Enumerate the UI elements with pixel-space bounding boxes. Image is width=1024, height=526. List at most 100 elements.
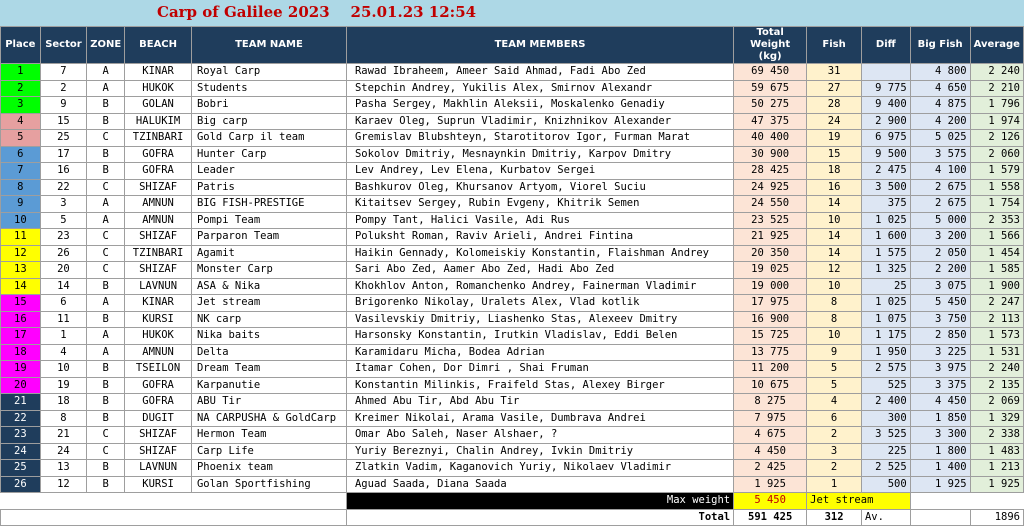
diff-cell: 3 525 [860, 426, 911, 444]
table-row: 2 2 A HUKOK Students Stepchin Andrey, Yukilis… [0, 79, 1024, 97]
big-fish-cell: 4 650 [909, 79, 971, 97]
team-name-cell: Monster Carp [190, 261, 347, 279]
zone-cell: B [86, 459, 126, 477]
team-name-cell: NK carp [190, 310, 347, 328]
sector-cell: 16 [39, 162, 88, 180]
table-row: 5 25 C TZINBARI Gold Carp il team Gremislav B… [0, 129, 1024, 147]
fish-cell: 3 [806, 442, 862, 460]
place-cell: 23 [0, 426, 41, 444]
total-weight-cell: 47 375 [733, 112, 808, 130]
header-beach: BEACH [124, 26, 192, 64]
place-cell: 21 [0, 393, 41, 411]
fish-cell: 14 [806, 195, 862, 213]
team-members-cell: Sari Abo Zed, Aamer Abo Zed, Hadi Abo Ze… [345, 261, 735, 279]
table-row: 23 21 C SHIZAF Hermon Team Omar Abo Saleh, Na… [0, 426, 1024, 444]
fish-cell: 15 [806, 145, 862, 163]
diff-cell: 1 175 [860, 327, 911, 345]
total-weight-cell: 24 550 [733, 195, 808, 213]
zone-cell: A [86, 294, 126, 312]
diff-cell: 2 475 [860, 162, 911, 180]
beach-cell: TZINBARI [124, 129, 192, 147]
total-weight-cell: 30 900 [733, 145, 808, 163]
diff-cell: 300 [860, 409, 911, 427]
place-cell: 11 [0, 228, 41, 246]
total-weight-cell: 24 925 [733, 178, 808, 196]
team-name-cell: NA CARPUSHA & GoldCarp [190, 409, 347, 427]
zone-cell: C [86, 178, 126, 196]
zone-cell: B [86, 112, 126, 130]
beach-cell: LAVNUN [124, 277, 192, 295]
total-weight-cell: 21 925 [733, 228, 808, 246]
diff-cell: 525 [860, 376, 911, 394]
zone-cell: C [86, 228, 126, 246]
sector-cell: 1 [39, 327, 88, 345]
fish-cell: 28 [806, 96, 862, 114]
total-weight-cell: 19 000 [733, 277, 808, 295]
total-weight-cell: 20 350 [733, 244, 808, 262]
diff-cell: 1 075 [860, 310, 911, 328]
team-members-cell: Konstantin Milinkis, Fraifeld Stas, Alex… [345, 376, 735, 394]
team-name-cell: Jet stream [190, 294, 347, 312]
average-cell: 1 585 [969, 261, 1024, 279]
average-cell: 1 558 [969, 178, 1024, 196]
team-name-cell: Karpanutie [190, 376, 347, 394]
big-fish-cell: 3 200 [909, 228, 971, 246]
zone-cell: B [86, 96, 126, 114]
beach-cell: GOFRA [124, 162, 192, 180]
big-fish-cell: 2 050 [909, 244, 971, 262]
big-fish-cell: 4 800 [909, 63, 971, 81]
average-cell: 1 531 [969, 343, 1024, 361]
sector-cell: 10 [39, 360, 88, 378]
team-members-cell: Aguad Saada, Diana Saada [345, 475, 735, 493]
team-name-cell: Golan Sportfishing [190, 475, 347, 493]
fish-cell: 8 [806, 310, 862, 328]
table-row: 3 9 B GOLAN Bobri Pasha Sergey, Makhlin Aleks… [0, 96, 1024, 114]
place-cell: 5 [0, 129, 41, 147]
fish-cell: 16 [806, 178, 862, 196]
fish-cell: 10 [806, 211, 862, 229]
team-members-cell: Ahmed Abu Tir, Abd Abu Tir [345, 393, 735, 411]
zone-cell: B [86, 393, 126, 411]
place-cell: 13 [0, 261, 41, 279]
zone-cell: A [86, 327, 126, 345]
team-members-cell: Itamar Cohen, Dor Dimri , Shai Fruman [345, 360, 735, 378]
average-cell: 2 126 [969, 129, 1024, 147]
table-row: 17 1 A HUKOK Nika baits Harsonsky Konstantin,… [0, 327, 1024, 345]
fish-cell: 14 [806, 244, 862, 262]
big-fish-cell: 2 675 [909, 178, 971, 196]
average-cell: 2 135 [969, 376, 1024, 394]
beach-cell: KINAR [124, 294, 192, 312]
diff-cell: 500 [860, 475, 911, 493]
spacer-cell [0, 508, 347, 526]
big-fish-cell: 3 575 [909, 145, 971, 163]
diff-cell: 9 500 [860, 145, 911, 163]
place-cell: 15 [0, 294, 41, 312]
team-members-cell: Stepchin Andrey, Yukilis Alex, Smirnov A… [345, 79, 735, 97]
team-name-cell: Patris [190, 178, 347, 196]
total-weight-cell: 19 025 [733, 261, 808, 279]
team-members-cell: Gremislav Blubshteyn, Starotitorov Igor,… [345, 129, 735, 147]
place-cell: 22 [0, 409, 41, 427]
sector-cell: 25 [39, 129, 88, 147]
diff-cell: 375 [860, 195, 911, 213]
team-name-cell: Students [190, 79, 347, 97]
place-cell: 10 [0, 211, 41, 229]
zone-cell: B [86, 360, 126, 378]
beach-cell: SHIZAF [124, 261, 192, 279]
diff-cell: 9 775 [860, 79, 911, 97]
average-cell: 1 329 [969, 409, 1024, 427]
header-sector: Sector [39, 26, 88, 64]
header-total-weight: Total Weight (kg) [733, 26, 808, 64]
place-cell: 18 [0, 343, 41, 361]
total-fish-sum: 312 [806, 508, 862, 526]
team-members-cell: Pasha Sergey, Makhlin Aleksii, Moskalenk… [345, 96, 735, 114]
team-name-cell: Hermon Team [190, 426, 347, 444]
beach-cell: SHIZAF [124, 442, 192, 460]
total-weight-cell: 15 725 [733, 327, 808, 345]
team-members-cell: Poluksht Roman, Raviv Arieli, Andrei Fin… [345, 228, 735, 246]
beach-cell: HALUKIM [124, 112, 192, 130]
team-members-cell: Bashkurov Oleg, Khursanov Artyom, Viorel… [345, 178, 735, 196]
sector-cell: 6 [39, 294, 88, 312]
sector-cell: 2 [39, 79, 88, 97]
diff-cell: 25 [860, 277, 911, 295]
